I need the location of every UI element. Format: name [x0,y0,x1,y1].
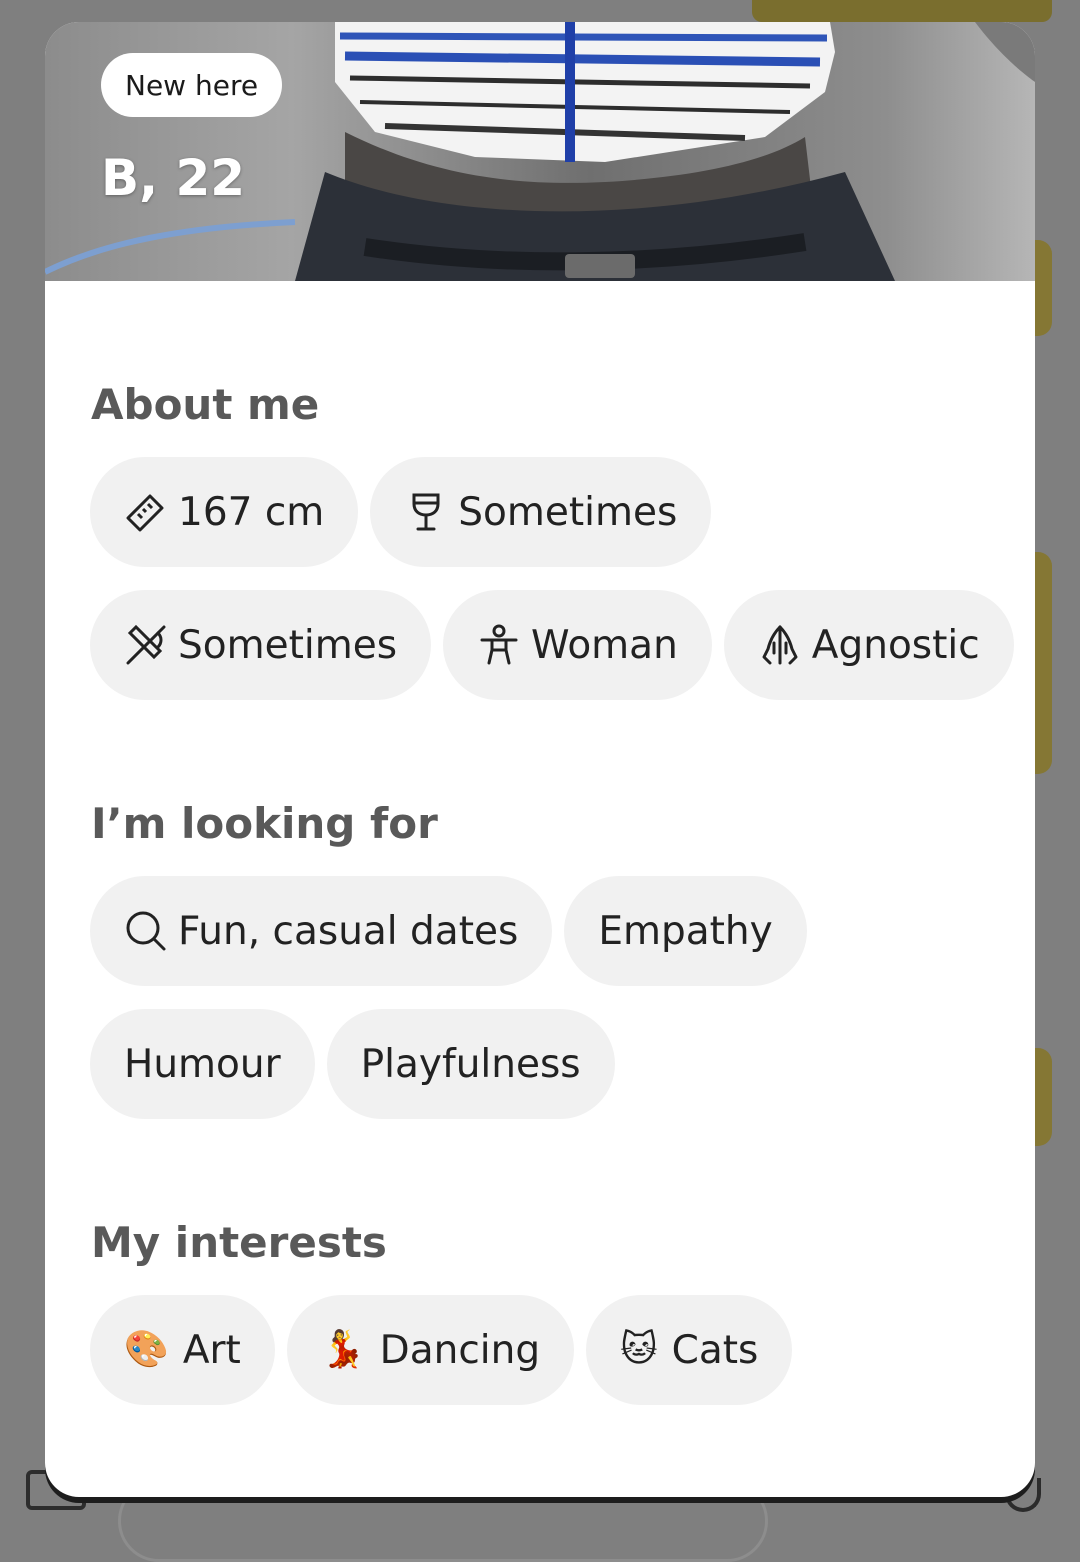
playfulness-chip[interactable]: Playfulness [326,1009,615,1119]
empathy-label: Empathy [598,908,773,954]
dancing-chip[interactable]: 💃 Dancing [286,1295,575,1405]
gender-label: Woman [531,622,678,668]
gender-chip[interactable]: Woman [443,590,712,700]
religion-chip[interactable]: Agnostic [723,590,1014,700]
palette-emoji: 🎨 [124,1329,169,1370]
empathy-chip[interactable]: Empathy [564,876,807,986]
art-label: Art [182,1327,241,1373]
height-chip[interactable]: 167 cm [90,457,359,567]
looking-for-row-1: Fun, casual dates Empathy [90,876,807,986]
about-me-heading: About me [91,380,320,429]
background-banner [752,0,1052,22]
profile-photo[interactable]: New here B, 22 [45,22,1035,281]
praying-hands-icon [758,623,802,667]
cats-chip[interactable]: 🐱 Cats [586,1295,793,1405]
cats-label: Cats [671,1327,759,1373]
religion-label: Agnostic [811,622,980,668]
profile-name-age: B, 22 [101,149,246,207]
dancing-label: Dancing [379,1327,541,1373]
wine-glass-icon [404,490,448,534]
height-label: 167 cm [178,489,325,535]
looking-for-heading: I’m looking for [91,799,438,848]
about-me-row-2: Sometimes Woman Agnostic [90,590,1014,700]
intention-label: Fun, casual dates [178,908,519,954]
drinking-chip[interactable]: Sometimes [370,457,712,567]
smoking-label: Sometimes [178,622,398,668]
humour-label: Humour [124,1041,281,1087]
dancer-emoji: 💃 [320,1329,366,1370]
interests-row: 🎨 Art 💃 Dancing 🐱 Cats [90,1295,793,1405]
playfulness-label: Playfulness [360,1041,581,1087]
drinking-label: Sometimes [458,489,678,535]
badge-label: New here [125,68,259,102]
no-smoking-icon [124,623,168,667]
humour-chip[interactable]: Humour [90,1009,315,1119]
art-chip[interactable]: 🎨 Art [90,1295,275,1405]
intention-chip[interactable]: Fun, casual dates [90,876,553,986]
person-icon [477,623,521,667]
new-here-badge: New here [101,53,283,117]
interests-heading: My interests [91,1218,387,1267]
profile-card: New here B, 22 About me 167 cm Sometimes… [45,22,1035,1497]
smoking-chip[interactable]: Sometimes [90,590,432,700]
looking-for-row-2: Humour Playfulness [90,1009,615,1119]
cat-emoji: 🐱 [620,1329,658,1370]
about-me-row-1: 167 cm Sometimes [90,457,712,567]
search-icon [124,909,168,953]
ruler-icon [124,490,168,534]
